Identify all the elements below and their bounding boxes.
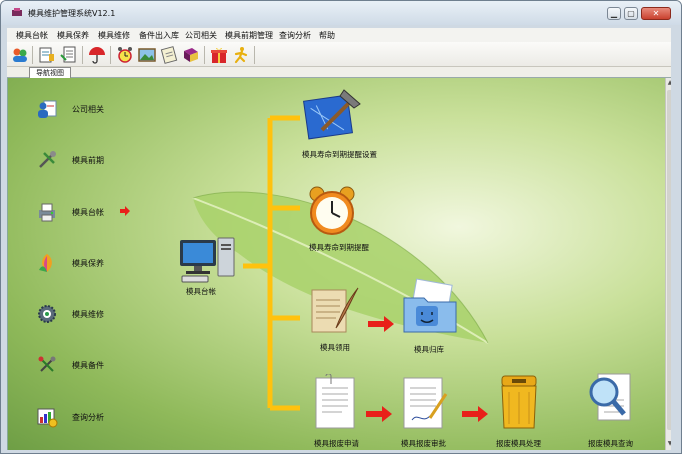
- menu-query[interactable]: 查询分析: [279, 30, 311, 41]
- document-edit-icon: [39, 47, 54, 63]
- title-bar: 模具维护管理系统V12.1 ▁ ▢ ✕: [1, 1, 681, 25]
- toolbar-book-button[interactable]: [181, 45, 201, 65]
- close-icon: ✕: [652, 9, 660, 18]
- menu-ledger[interactable]: 模具台帐: [16, 30, 48, 41]
- menu-early-stage[interactable]: 模具前期管理: [225, 30, 273, 41]
- node-scrap-request[interactable]: [312, 373, 358, 430]
- app-icon: [12, 8, 22, 16]
- vertical-scrollbar[interactable]: ▲ ▼: [665, 78, 671, 450]
- toolbar-separator: [204, 46, 205, 64]
- flow-arrow-icon: [368, 316, 394, 332]
- node-life-warning-label: 模具寿命到期提醒: [309, 243, 369, 252]
- tab-strip: 导航视图: [7, 67, 671, 78]
- node-life-warning-settings[interactable]: [302, 84, 364, 142]
- center-ledger-node[interactable]: 模具台帐: [174, 236, 238, 296]
- document-list-icon: [60, 46, 76, 63]
- menu-spare-parts[interactable]: 备件出入库: [139, 30, 179, 41]
- scroll-down-icon[interactable]: ▼: [666, 440, 671, 448]
- menu-help[interactable]: 帮助: [319, 30, 335, 41]
- toolbar-users-button[interactable]: [10, 45, 30, 65]
- navigation-canvas: 公司相关 模具前期 模具台帐 模具保养 模具维修 模具备件 查询分析 模具台帐 …: [7, 78, 671, 450]
- minimize-icon: ▁: [610, 9, 618, 18]
- node-scrap-disposal[interactable]: [494, 372, 544, 432]
- menu-company[interactable]: 公司相关: [185, 30, 217, 41]
- node-scrap-query[interactable]: [584, 370, 636, 430]
- node-mold-checkout-label: 模具领用: [320, 343, 350, 352]
- paper-signature-icon: [403, 377, 448, 429]
- node-scrap-approval[interactable]: [400, 374, 450, 430]
- picture-icon: [138, 48, 156, 62]
- book-icon: [184, 48, 198, 62]
- node-life-warning-settings-label: 模具寿命到期提醒设置: [302, 150, 377, 159]
- toolbar-picture-button[interactable]: [137, 45, 157, 65]
- computer-icon: [180, 237, 235, 283]
- scroll-up-icon[interactable]: ▲: [666, 79, 671, 87]
- menu-bar: 模具台帐 模具保养 模具维修 备件出入库 公司相关 模具前期管理 查询分析 帮助: [7, 28, 671, 42]
- blueprint-hammer-icon: [303, 89, 361, 140]
- toolbar-document-edit-button[interactable]: [37, 45, 57, 65]
- app-window: 模具维护管理系统V12.1 ▁ ▢ ✕ 模具台帐 模具保养 模具维修 备件出入库…: [0, 0, 682, 454]
- scroll-thumb[interactable]: [667, 90, 671, 430]
- notepad-icon: [160, 46, 178, 64]
- toolbar-alarm-button[interactable]: [115, 45, 135, 65]
- maximize-icon: ▢: [627, 9, 635, 18]
- alarm-clock-icon: [309, 186, 355, 235]
- gift-box-icon: [211, 47, 227, 63]
- node-mold-return[interactable]: [400, 278, 462, 338]
- node-label: 模具台帐: [186, 287, 216, 296]
- tab-navigation-view[interactable]: 导航视图: [29, 67, 71, 78]
- scroll-quill-icon: [311, 287, 359, 333]
- paper-document-icon: [315, 373, 355, 429]
- toolbar-separator: [82, 46, 83, 64]
- users-icon: [13, 48, 27, 62]
- toolbar: [7, 42, 671, 67]
- toolbar-notepad-button[interactable]: [159, 45, 179, 65]
- alarm-clock-icon: [118, 47, 132, 63]
- node-mold-checkout[interactable]: [306, 284, 360, 336]
- node-scrap-disposal-label: 报废模具处理: [496, 439, 541, 448]
- node-scrap-request-label: 模具报废申请: [314, 439, 359, 448]
- flow-arrow-icon: [462, 406, 488, 422]
- node-mold-return-label: 模具归库: [414, 345, 444, 354]
- menu-maintenance[interactable]: 模具保养: [57, 30, 89, 41]
- node-scrap-query-label: 报废模具查询: [588, 439, 633, 448]
- toolbar-document-list-button[interactable]: [59, 45, 79, 65]
- maximize-button[interactable]: ▢: [624, 7, 638, 20]
- toolbar-gift-button[interactable]: [209, 45, 229, 65]
- toolbar-umbrella-button[interactable]: [87, 45, 107, 65]
- node-life-warning[interactable]: [306, 184, 358, 238]
- running-man-icon: [234, 47, 248, 64]
- trash-bin-icon: [501, 375, 537, 429]
- window-title: 模具维护管理系统V12.1: [28, 9, 116, 18]
- umbrella-icon: [89, 47, 105, 64]
- toolbar-separator: [110, 46, 111, 64]
- finder-folder-icon: [403, 278, 457, 333]
- minimize-button[interactable]: ▁: [607, 7, 621, 20]
- close-button[interactable]: ✕: [641, 7, 671, 20]
- toolbar-separator: [254, 46, 255, 64]
- magnifier-document-icon: [589, 373, 631, 421]
- node-scrap-approval-label: 模具报废审批: [401, 439, 446, 448]
- flow-arrow-icon: [366, 406, 392, 422]
- menu-repair[interactable]: 模具维修: [98, 30, 130, 41]
- toolbar-separator: [32, 46, 33, 64]
- toolbar-exit-button[interactable]: [231, 45, 251, 65]
